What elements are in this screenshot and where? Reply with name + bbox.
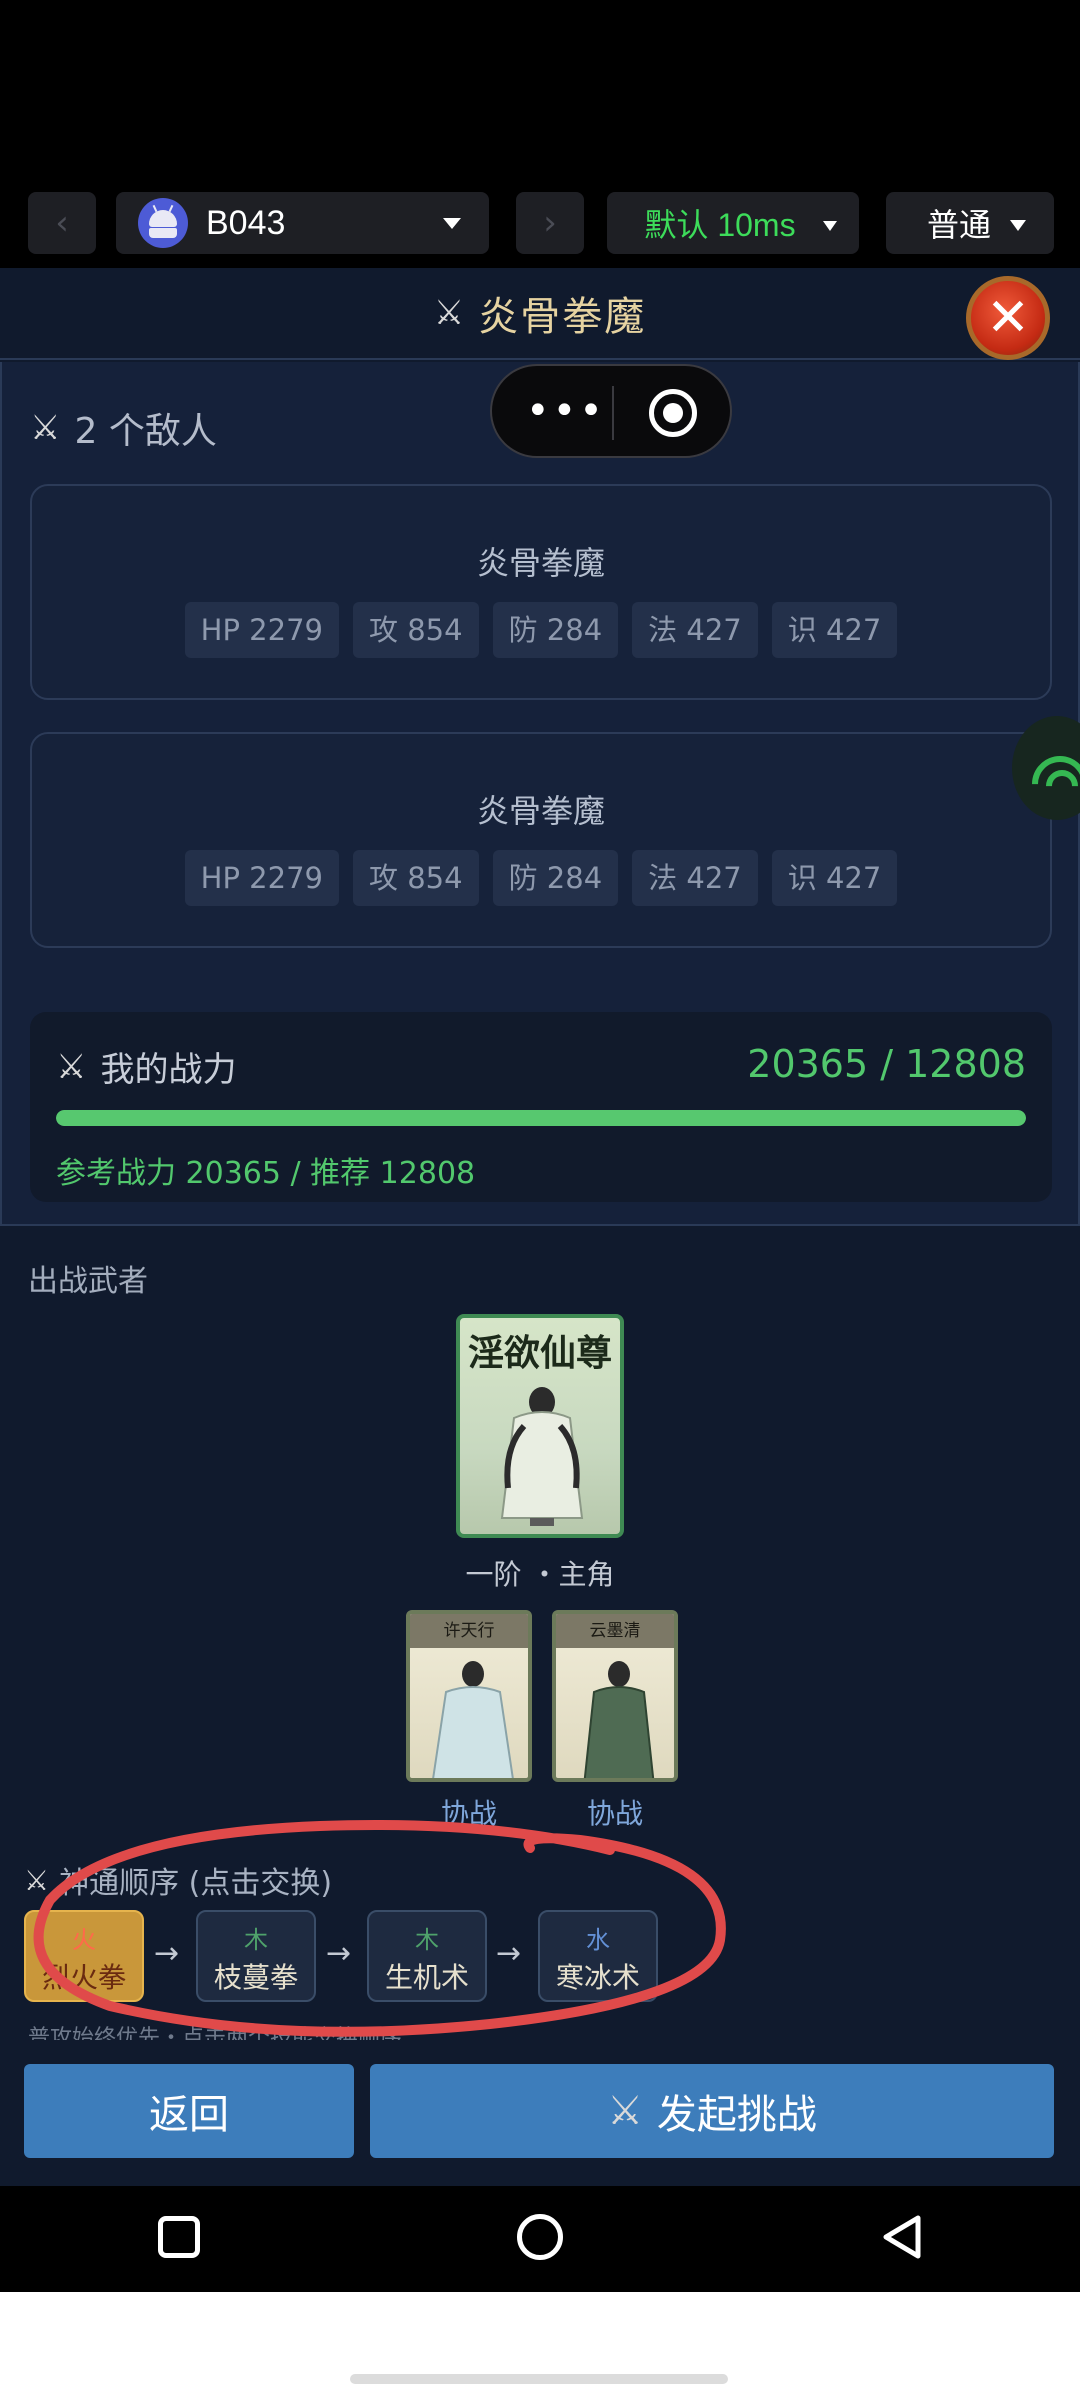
- hero-name: 淫欲仙尊: [467, 1333, 612, 1374]
- hero-portrait: [500, 1387, 584, 1526]
- skill-slot[interactable]: 木 枝蔓拳: [196, 1910, 316, 2002]
- more-icon[interactable]: •••: [526, 391, 606, 431]
- skills-title: ⚔ 神通顺序 (点击交换): [24, 1863, 333, 1902]
- chevron-down-icon: [443, 218, 461, 229]
- arrow-right-icon: →: [496, 1936, 522, 1971]
- device-selector[interactable]: B043: [116, 192, 489, 254]
- start-challenge-button[interactable]: ⚔ 发起挑战: [370, 2064, 1054, 2158]
- stat-attack: 攻 854: [353, 850, 479, 906]
- stat-attack: 攻 854: [353, 602, 479, 658]
- skill-slot[interactable]: 火 烈火拳: [24, 1910, 144, 2002]
- miniapp-capsule: •••: [490, 364, 732, 458]
- ally-name: 许天行: [410, 1614, 528, 1648]
- skill-element: 水: [586, 1926, 610, 1954]
- stat-defense: 防 284: [492, 850, 619, 906]
- android-icon: [138, 198, 188, 248]
- stat-insight: 识 427: [771, 850, 898, 906]
- enemy-card: 炎骨拳魔 HP 2279 攻 854 防 284 法 427 识 427: [30, 732, 1052, 948]
- prev-button[interactable]: ‹: [28, 192, 96, 254]
- enemy-stats: HP 2279 攻 854 防 284 法 427 识 427: [32, 850, 1050, 906]
- hero-card[interactable]: 淫欲仙尊: [456, 1314, 624, 1538]
- stat-hp: HP 2279: [184, 602, 339, 658]
- chevron-down-icon: [1010, 220, 1026, 231]
- power-bar: [56, 1110, 1026, 1126]
- next-button[interactable]: ›: [516, 192, 584, 254]
- dialog-title: 炎骨拳魔: [478, 294, 647, 340]
- crossed-swords-icon: ⚔: [56, 1046, 87, 1087]
- skill-name: 寒冰术: [555, 1961, 640, 1994]
- skill-name: 生机术: [384, 1961, 469, 1994]
- back-button[interactable]: 返回: [24, 2064, 354, 2158]
- system-nav-bar: [0, 2186, 1080, 2292]
- close-button[interactable]: ✕: [966, 276, 1050, 360]
- lineup-label: 出战武者: [28, 1264, 148, 1299]
- device-name: B043: [206, 203, 286, 242]
- chevron-right-icon: ›: [543, 203, 557, 243]
- crossed-swords-icon: ⚔: [607, 2088, 643, 2134]
- ally-portrait: [583, 1661, 655, 1778]
- crossed-swords-icon: ⚔: [30, 408, 61, 448]
- dialog-header: ⚔ 炎骨拳魔 ✕: [0, 268, 1080, 360]
- skills-note: 普攻始终优先・点击两个技能交换顺序: [28, 2026, 403, 2040]
- power-bar-fill: [56, 1110, 1026, 1126]
- chevron-left-icon: ‹: [55, 203, 69, 243]
- power-value: 20365 / 12808: [747, 1042, 1026, 1086]
- arrow-right-icon: →: [326, 1936, 352, 1971]
- skill-name: 枝蔓拳: [213, 1961, 298, 1994]
- debug-toolbar: ‹ B043 › 默认 10ms 普通: [0, 192, 1080, 256]
- stat-defense: 防 284: [492, 602, 619, 658]
- latency-label: 默认 10ms: [644, 207, 796, 243]
- gesture-handle[interactable]: [350, 2374, 728, 2384]
- mode-selector[interactable]: 普通: [886, 192, 1054, 254]
- gesture-area: [0, 2292, 1080, 2401]
- power-reference: 参考战力 20365 / 推荐 12808: [56, 1156, 476, 1191]
- skill-element: 木: [244, 1926, 268, 1954]
- enemy-count: ⚔ 2 个敌人: [30, 408, 217, 452]
- power-label: ⚔ 我的战力: [56, 1046, 237, 1091]
- close-icon: ✕: [986, 288, 1030, 348]
- ally-label: 协战: [586, 1797, 643, 1830]
- arrow-right-icon: →: [154, 1936, 180, 1971]
- hero-caption: 一阶 ・主角: [465, 1558, 615, 1591]
- ally-portrait: [432, 1661, 514, 1778]
- skill-element: 木: [415, 1926, 439, 1954]
- enemy-stats: HP 2279 攻 854 防 284 法 427 识 427: [32, 602, 1050, 658]
- skill-element: 火: [72, 1926, 96, 1954]
- stat-magic: 法 427: [632, 602, 758, 658]
- recents-icon[interactable]: [158, 2216, 200, 2258]
- power-box: ⚔ 我的战力 20365 / 12808 参考战力 20365 / 推荐 128…: [30, 1012, 1052, 1202]
- enemy-name: 炎骨拳魔: [476, 792, 605, 830]
- back-icon[interactable]: [880, 2214, 924, 2260]
- ally-card[interactable]: 许天行: [406, 1610, 532, 1782]
- stat-hp: HP 2279: [184, 850, 339, 906]
- ally-label: 协战: [440, 1797, 497, 1830]
- skill-name: 烈火拳: [41, 1961, 126, 1994]
- stat-insight: 识 427: [771, 602, 898, 658]
- ally-name: 云墨清: [556, 1614, 674, 1648]
- skill-slot[interactable]: 水 寒冰术: [538, 1910, 658, 2002]
- chevron-down-icon: [823, 221, 837, 231]
- home-icon[interactable]: [517, 2214, 563, 2260]
- latency-selector[interactable]: 默认 10ms: [607, 192, 859, 254]
- crossed-swords-icon: ⚔: [24, 1863, 50, 1897]
- ally-card[interactable]: 云墨清: [552, 1610, 678, 1782]
- enemy-name: 炎骨拳魔: [476, 544, 605, 582]
- stat-magic: 法 427: [632, 850, 758, 906]
- crossed-swords-icon: ⚔: [433, 293, 465, 333]
- mode-label: 普通: [926, 206, 991, 244]
- enemy-card: 炎骨拳魔 HP 2279 攻 854 防 284 法 427 识 427: [30, 484, 1052, 700]
- skill-slot[interactable]: 木 生机术: [367, 1910, 487, 2002]
- exit-miniapp-icon[interactable]: [649, 389, 697, 437]
- enemy-panel: ⚔ 2 个敌人 炎骨拳魔 HP 2279 攻 854 防 284 法 427 识…: [0, 362, 1080, 1226]
